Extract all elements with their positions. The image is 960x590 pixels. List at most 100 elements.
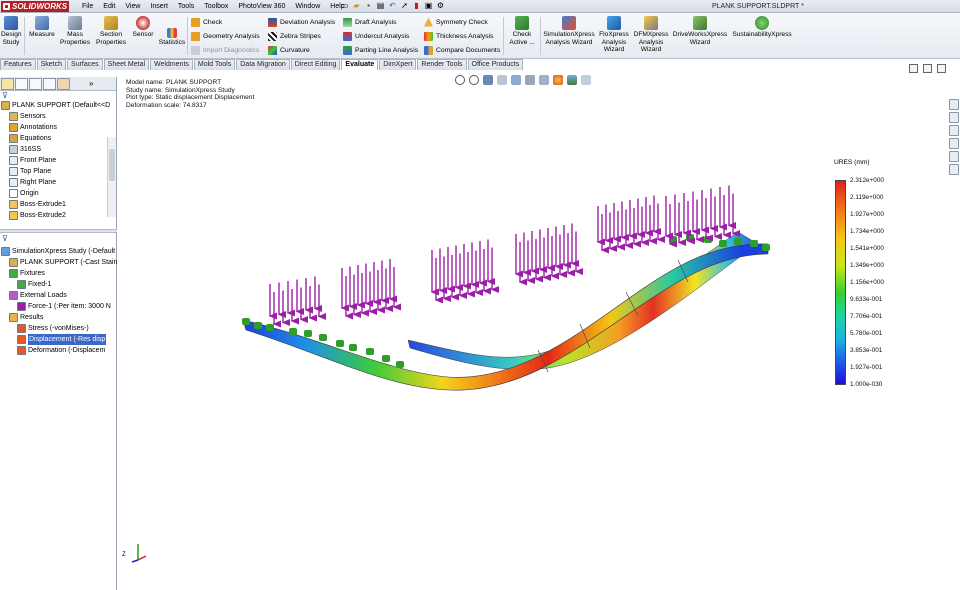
tree-node[interactable]: Right Plane bbox=[0, 177, 116, 188]
new-document-icon[interactable]: ▭ bbox=[340, 1, 349, 11]
menu-item-window[interactable]: Window bbox=[290, 0, 325, 13]
tree-node[interactable]: Boss-Extrude1 bbox=[0, 199, 116, 210]
tree-node[interactable]: PLANK SUPPORT (-Cast Stainl bbox=[0, 257, 117, 268]
solidworks-resources-icon[interactable] bbox=[949, 99, 959, 110]
import-diagnostics-button[interactable]: Import Diagnostics bbox=[191, 44, 259, 56]
simulationxpress-button[interactable]: SimulationXpress Analysis Wizard bbox=[543, 16, 595, 46]
filter-icon[interactable]: ⊽ bbox=[0, 91, 116, 100]
tree-node-label: Origin bbox=[20, 190, 39, 197]
save-icon[interactable]: ▪ bbox=[364, 1, 373, 11]
symmetry-check-button[interactable]: Symmetry Check bbox=[424, 16, 488, 28]
tab-render-tools[interactable]: Render Tools bbox=[417, 59, 467, 70]
floxpress-button[interactable]: FloXpress Analysis Wizard bbox=[597, 16, 631, 54]
tab-direct-editing[interactable]: Direct Editing bbox=[290, 59, 341, 70]
tab-mold-tools[interactable]: Mold Tools bbox=[193, 59, 236, 70]
tree-node[interactable]: Stress (-vonMises-) bbox=[0, 323, 117, 334]
legend-label: 2.312e+000 bbox=[850, 177, 884, 184]
measure-label: Measure bbox=[29, 31, 55, 38]
section-properties-button[interactable]: Section Properties bbox=[94, 16, 128, 46]
tab-weldments[interactable]: Weldments bbox=[150, 59, 193, 70]
draft-analysis-button[interactable]: Draft Analysis bbox=[343, 16, 397, 28]
thickness-analysis-button[interactable]: Thickness Analysis bbox=[424, 30, 493, 42]
tab-sheet-metal[interactable]: Sheet Metal bbox=[103, 59, 150, 70]
tree-node[interactable]: Sensors bbox=[0, 111, 116, 122]
graphics-area[interactable]: Model name: PLANK SUPPORT Study name: Si… bbox=[118, 72, 948, 590]
tab-data-migration[interactable]: Data Migration bbox=[236, 59, 290, 70]
menu-item-view[interactable]: View bbox=[120, 0, 145, 13]
zebra-stripes-button[interactable]: Zebra Stripes bbox=[268, 30, 321, 42]
display-manager-tab-icon[interactable] bbox=[57, 78, 70, 90]
parting-line-analysis-button[interactable]: Parting Line Analysis bbox=[343, 44, 418, 56]
tree-node[interactable]: Fixed-1 bbox=[0, 279, 117, 290]
tree-node[interactable]: Force-1 (:Per item: 3000 N bbox=[0, 301, 117, 312]
tree-node[interactable]: Top Plane bbox=[0, 166, 116, 177]
dimxpert-manager-tab-icon[interactable] bbox=[43, 78, 56, 90]
tab-features[interactable]: Features bbox=[0, 59, 36, 70]
fixture-symbol bbox=[719, 240, 727, 247]
menu-item-insert[interactable]: Insert bbox=[145, 0, 173, 13]
menu-item-tools[interactable]: Tools bbox=[173, 0, 199, 13]
fixture-symbol bbox=[366, 348, 374, 355]
file-explorer-icon[interactable] bbox=[949, 125, 959, 136]
rebuild-icon[interactable]: ▮ bbox=[412, 1, 421, 11]
tree-node[interactable]: 316SS bbox=[0, 144, 116, 155]
tab-office-products[interactable]: Office Products bbox=[467, 59, 524, 70]
sustainabilityxpress-button[interactable]: SustainabilityXpress bbox=[731, 16, 793, 39]
menu-item-edit[interactable]: Edit bbox=[98, 0, 120, 13]
filter-icon[interactable]: ⊽ bbox=[0, 234, 8, 243]
tree-node[interactable]: Deformation (-Displacem bbox=[0, 345, 117, 356]
options-icon[interactable]: ⚙ bbox=[436, 1, 445, 11]
ribbon-separator bbox=[24, 17, 25, 55]
tree-node[interactable]: External Loads bbox=[0, 290, 117, 301]
tree-node[interactable]: Fixtures bbox=[0, 268, 117, 279]
view-palette-icon[interactable] bbox=[949, 138, 959, 149]
undercut-analysis-button[interactable]: Undercut Analysis bbox=[343, 30, 409, 42]
panel-splitter[interactable] bbox=[0, 229, 117, 233]
dfmxpress-button[interactable]: DFMXpress Analysis Wizard bbox=[633, 16, 669, 54]
feature-tree-scrollbar[interactable] bbox=[107, 137, 116, 217]
statistics-button[interactable]: Statistics bbox=[157, 28, 187, 47]
select-icon[interactable]: ➚ bbox=[400, 1, 409, 11]
custom-properties-icon[interactable] bbox=[949, 164, 959, 175]
file-properties-icon[interactable]: ▣ bbox=[424, 1, 433, 11]
fixture-symbol bbox=[254, 322, 262, 329]
sensor-button[interactable]: Sensor bbox=[130, 16, 156, 39]
curvature-button[interactable]: Curvature bbox=[268, 44, 310, 56]
expand-panel-icon[interactable]: » bbox=[89, 78, 102, 90]
menu-item-photoview-360[interactable]: PhotoView 360 bbox=[233, 0, 290, 13]
tree-node[interactable]: SimulationXpress Study (-Default bbox=[0, 246, 117, 257]
solidworks-logo[interactable]: SOLIDWORKS bbox=[1, 1, 69, 12]
undo-icon[interactable]: ↶ bbox=[388, 1, 397, 11]
print-icon[interactable]: ▤ bbox=[376, 1, 385, 11]
menu-item-toolbox[interactable]: Toolbox bbox=[199, 0, 233, 13]
configuration-manager-tab-icon[interactable] bbox=[29, 78, 42, 90]
feature-manager-tab-icon[interactable] bbox=[1, 78, 14, 90]
menu-item-file[interactable]: File bbox=[77, 0, 98, 13]
measure-button[interactable]: Measure bbox=[27, 16, 57, 39]
property-manager-tab-icon[interactable] bbox=[15, 78, 28, 90]
tree-node[interactable]: Equations bbox=[0, 133, 116, 144]
tree-node[interactable]: Front Plane bbox=[0, 155, 116, 166]
tree-node[interactable]: Displacement (-Res disp bbox=[0, 334, 117, 345]
tree-node[interactable]: Origin bbox=[0, 188, 116, 199]
tab-surfaces[interactable]: Surfaces bbox=[67, 59, 103, 70]
deviation-analysis-button[interactable]: Deviation Analysis bbox=[268, 16, 335, 28]
tab-sketch[interactable]: Sketch bbox=[36, 59, 67, 70]
tab-dimxpert[interactable]: DimXpert bbox=[379, 59, 417, 70]
tree-node[interactable]: Results bbox=[0, 312, 117, 323]
mass-properties-button[interactable]: Mass Properties bbox=[59, 16, 91, 46]
driveworksxpress-button[interactable]: DriveWorksXpress Wizard bbox=[671, 16, 729, 46]
tab-evaluate[interactable]: Evaluate bbox=[341, 59, 379, 70]
tree-node[interactable]: PLANK SUPPORT (Default<<D bbox=[0, 100, 116, 111]
design-library-icon[interactable] bbox=[949, 112, 959, 123]
geometry-analysis-button[interactable]: Geometry Analysis bbox=[191, 30, 260, 42]
check-button[interactable]: Check bbox=[191, 16, 222, 28]
design-study-button[interactable]: Design Study bbox=[1, 16, 22, 46]
tree-node[interactable]: Boss-Extrude2 bbox=[0, 210, 116, 221]
check-active-button[interactable]: Check Active ... bbox=[506, 16, 538, 46]
tree-node[interactable]: Annotations bbox=[0, 122, 116, 133]
scrollbar-thumb[interactable] bbox=[109, 149, 115, 181]
compare-documents-button[interactable]: Compare Documents bbox=[424, 44, 500, 56]
appearances-icon[interactable] bbox=[949, 151, 959, 162]
open-icon[interactable]: ▰ bbox=[352, 1, 361, 11]
